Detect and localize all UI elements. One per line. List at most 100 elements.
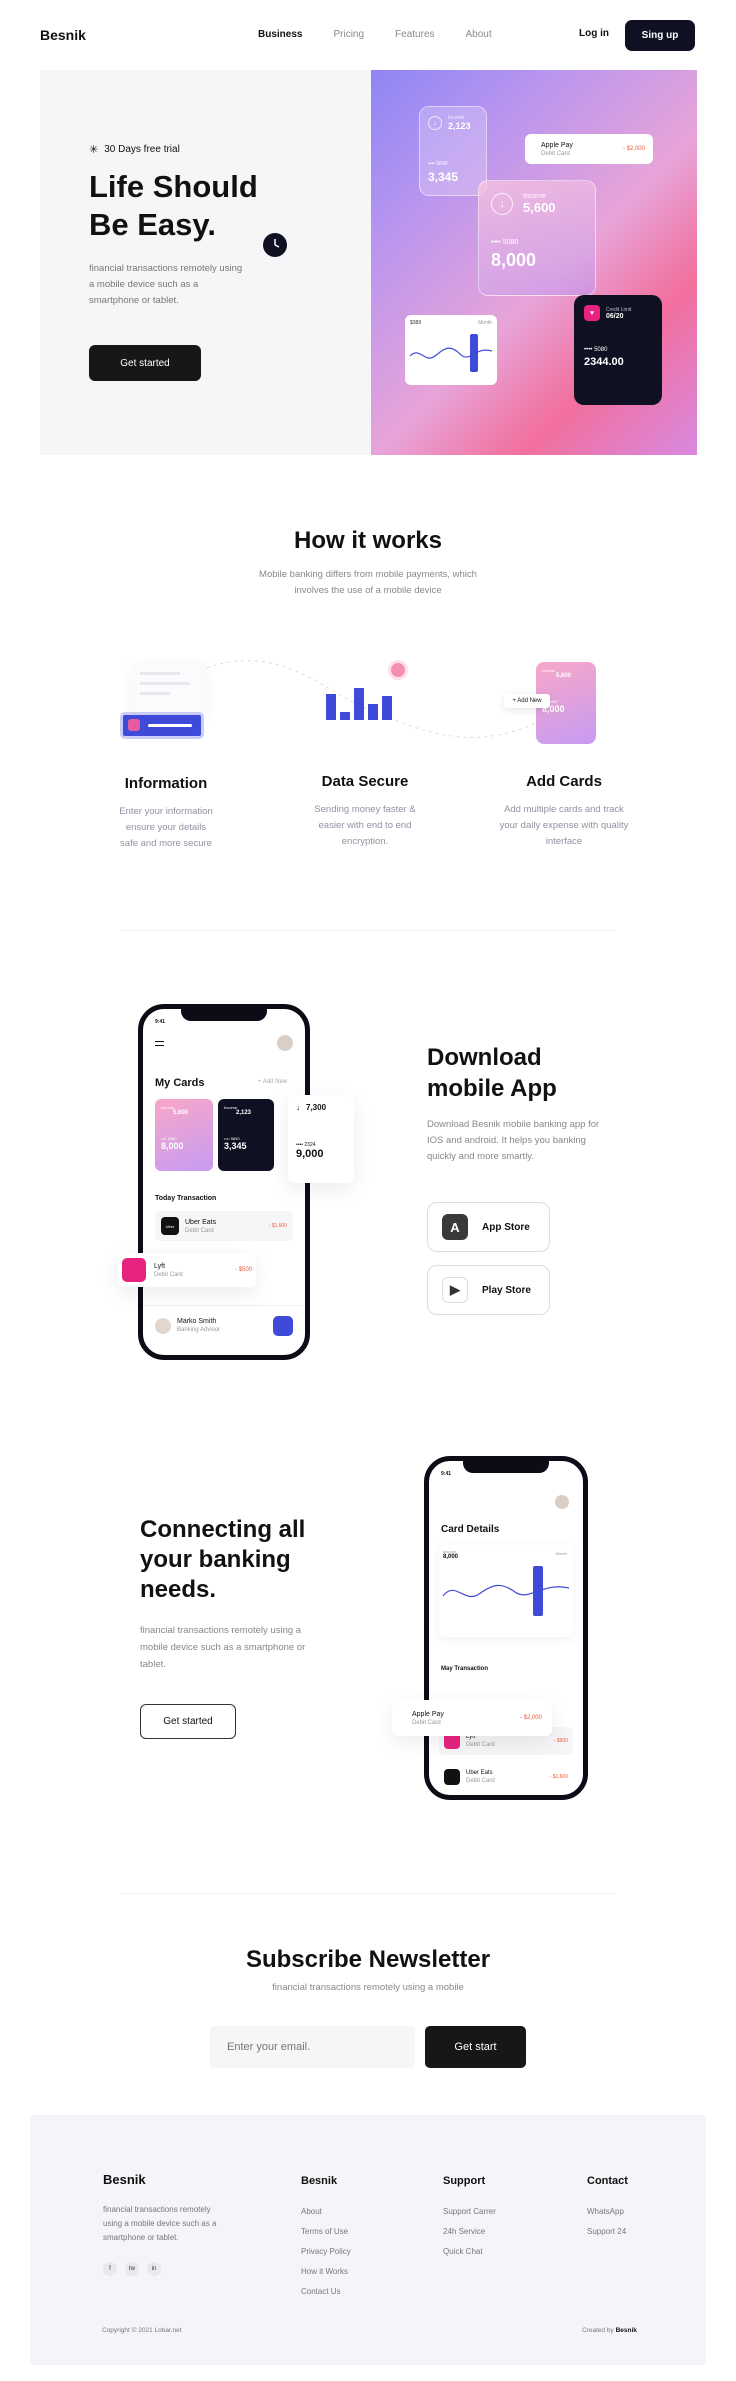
arrow-down-icon: ↓	[428, 116, 442, 130]
feature-text: Sending money faster & easier with end t…	[314, 804, 416, 847]
hero-get-started-button[interactable]: Get started	[89, 345, 201, 381]
month-select[interactable]: Month	[556, 1551, 567, 1556]
card-total: 3,345	[224, 1141, 247, 1151]
tx-amount: - $500	[553, 1738, 568, 1744]
footer-col-besnik: Besnik About Terms of Use Privacy Policy…	[301, 2175, 351, 2307]
information-illustration	[118, 662, 206, 742]
footer-col-support: Support Support Carrer 24h Service Quick…	[443, 2175, 496, 2267]
card-total: 2344.00	[584, 356, 624, 368]
social-links: f tw in	[103, 2262, 161, 2276]
card-total: 8,000	[491, 250, 537, 270]
footer-link[interactable]: Privacy Policy	[301, 2247, 351, 2256]
phone-card-dark: Income 2,123 •••• 5840 3,345	[218, 1099, 274, 1171]
status-time: 9:41	[441, 1471, 452, 1477]
nav-links: Business Pricing Features About	[258, 29, 492, 40]
connect-get-started-button[interactable]: Get started	[140, 1704, 236, 1739]
income-label: Income	[448, 115, 465, 121]
linkedin-icon[interactable]: in	[147, 2262, 161, 2276]
footer-link[interactable]: WhatsApp	[587, 2207, 628, 2216]
details-chart: Income 8,000 Month	[439, 1545, 573, 1637]
twitter-icon[interactable]: tw	[125, 2262, 139, 2276]
feature-title: Information	[124, 775, 208, 792]
arrow-down-icon: ↓	[491, 193, 513, 215]
avatar[interactable]	[277, 1035, 293, 1051]
trial-badge: ✳ 30 Days free trial	[89, 143, 180, 156]
footer-link[interactable]: About	[301, 2207, 351, 2216]
connect-text: financial transactions remotely using a …	[140, 1625, 306, 1670]
trial-text: 30 Days free trial	[104, 144, 180, 155]
contact-row[interactable]: Marko Smith Banking Advisor	[143, 1305, 305, 1345]
transaction-heading: May Transaction	[441, 1666, 489, 1672]
menu-icon[interactable]	[155, 1041, 164, 1046]
nav-business[interactable]: Business	[258, 29, 302, 40]
footer-link[interactable]: How it Works	[301, 2267, 351, 2276]
email-input[interactable]	[210, 2026, 415, 2068]
sparkle-icon: ✳	[89, 144, 99, 156]
feature-text: Enter your information ensure your detai…	[119, 806, 213, 849]
floating-transaction: Apple Pay Debit Card - $2,000	[392, 1700, 552, 1736]
card-number: 5080	[594, 347, 608, 353]
logo-icon: ♥	[584, 305, 600, 321]
contact-name: Marko Smith	[177, 1318, 217, 1325]
facebook-icon[interactable]: f	[103, 2262, 117, 2276]
tx-sub: Debit Card	[466, 1742, 495, 1748]
uber-icon: Uber	[161, 1217, 179, 1235]
signup-button[interactable]: Sing up	[625, 20, 695, 51]
footer-link[interactable]: Terms of Use	[301, 2227, 351, 2236]
app-store-icon: A	[442, 1214, 468, 1240]
how-subtitle: Mobile banking differs from mobile payme…	[259, 569, 477, 596]
tx-name: Apple Pay	[412, 1710, 444, 1718]
credit-name[interactable]: Besnik	[616, 2327, 637, 2334]
card-value: 7,300	[306, 1103, 327, 1112]
app-store-label: App Store	[482, 1221, 530, 1233]
tx-amount: - $2,000	[519, 1715, 542, 1721]
add-card-link[interactable]: + Add New	[258, 1079, 287, 1085]
footer-text: financial transactions remotely using a …	[103, 2205, 217, 2242]
footer-link[interactable]: Support 24	[587, 2227, 628, 2236]
clock-icon	[263, 233, 287, 257]
tx-amount: - $1,600	[268, 1223, 287, 1229]
tx-amount: - $1,600	[549, 1774, 568, 1780]
chat-icon[interactable]	[273, 1315, 293, 1336]
hero-text: financial transactions remotely using a …	[89, 263, 243, 306]
phone-card-pink: Income 5,600 •••• 5080 8,000	[155, 1099, 213, 1171]
login-link[interactable]: Log in	[579, 28, 609, 39]
nav-pricing[interactable]: Pricing	[333, 29, 364, 40]
nav-features[interactable]: Features	[395, 29, 434, 40]
footer-link[interactable]: Contact Us	[301, 2287, 351, 2296]
income-card-large: ↓ Income 5,600 •••• 5080 8,000	[478, 180, 596, 296]
footer-logo[interactable]: Besnik	[103, 2172, 146, 2187]
credit-card-dark: ♥ Credit Limit 06/20 •••• 5080 2344.00	[574, 295, 662, 405]
card-details-heading: Card Details	[441, 1524, 500, 1535]
avatar[interactable]	[555, 1495, 569, 1509]
tx-amount: - $500	[234, 1267, 252, 1273]
income-card-small: ↓ Income 2,123 •••• 5840 3,345	[419, 106, 487, 196]
play-store-button[interactable]: ▶ Play Store	[427, 1265, 550, 1315]
footer-link[interactable]: Support Carrer	[443, 2207, 496, 2216]
download-text: Download Besnik mobile banking app for I…	[427, 1119, 600, 1162]
card-value: 5,600	[556, 673, 572, 679]
footer: Besnik financial transactions remotely u…	[30, 2115, 706, 2365]
footer-col-title: Besnik	[301, 2175, 338, 2187]
tx-sub: Debit Card	[541, 150, 570, 157]
newsletter-subtitle: financial transactions remotely using a …	[272, 1982, 464, 1993]
phone-mockup-cards: 9:41 My Cards + Add New Income 5,600 •••…	[138, 1004, 310, 1360]
copyright: Copyright © 2021 Lobar.net	[102, 2327, 182, 2334]
apple-pay-card: Apple Pay Debit Card - $2,000	[525, 134, 653, 164]
subscribe-button[interactable]: Get start	[425, 2026, 526, 2068]
arrow-down-icon: ↓	[296, 1103, 300, 1112]
footer-link[interactable]: Quick Chat	[443, 2247, 496, 2256]
tx-name: Lyft	[154, 1262, 166, 1270]
nav-about[interactable]: About	[466, 29, 492, 40]
transaction-row[interactable]: Uber Eats Debit Card - $1,600	[439, 1763, 573, 1791]
play-store-label: Play Store	[482, 1284, 531, 1296]
app-store-button[interactable]: A App Store	[427, 1202, 550, 1252]
add-new-chip[interactable]: + Add New	[504, 694, 550, 708]
connect-title: Connecting all your banking needs.	[140, 1516, 306, 1603]
logo[interactable]: Besnik	[40, 27, 86, 43]
card-total: 8,000	[161, 1141, 184, 1151]
tx-sub: Debit Card	[154, 1271, 183, 1278]
transaction-row[interactable]: Uber Uber Eats Debit Card - $1,600	[155, 1211, 293, 1241]
footer-link[interactable]: 24h Service	[443, 2227, 496, 2236]
feature-text: Add multiple cards and track your daily …	[499, 804, 629, 847]
